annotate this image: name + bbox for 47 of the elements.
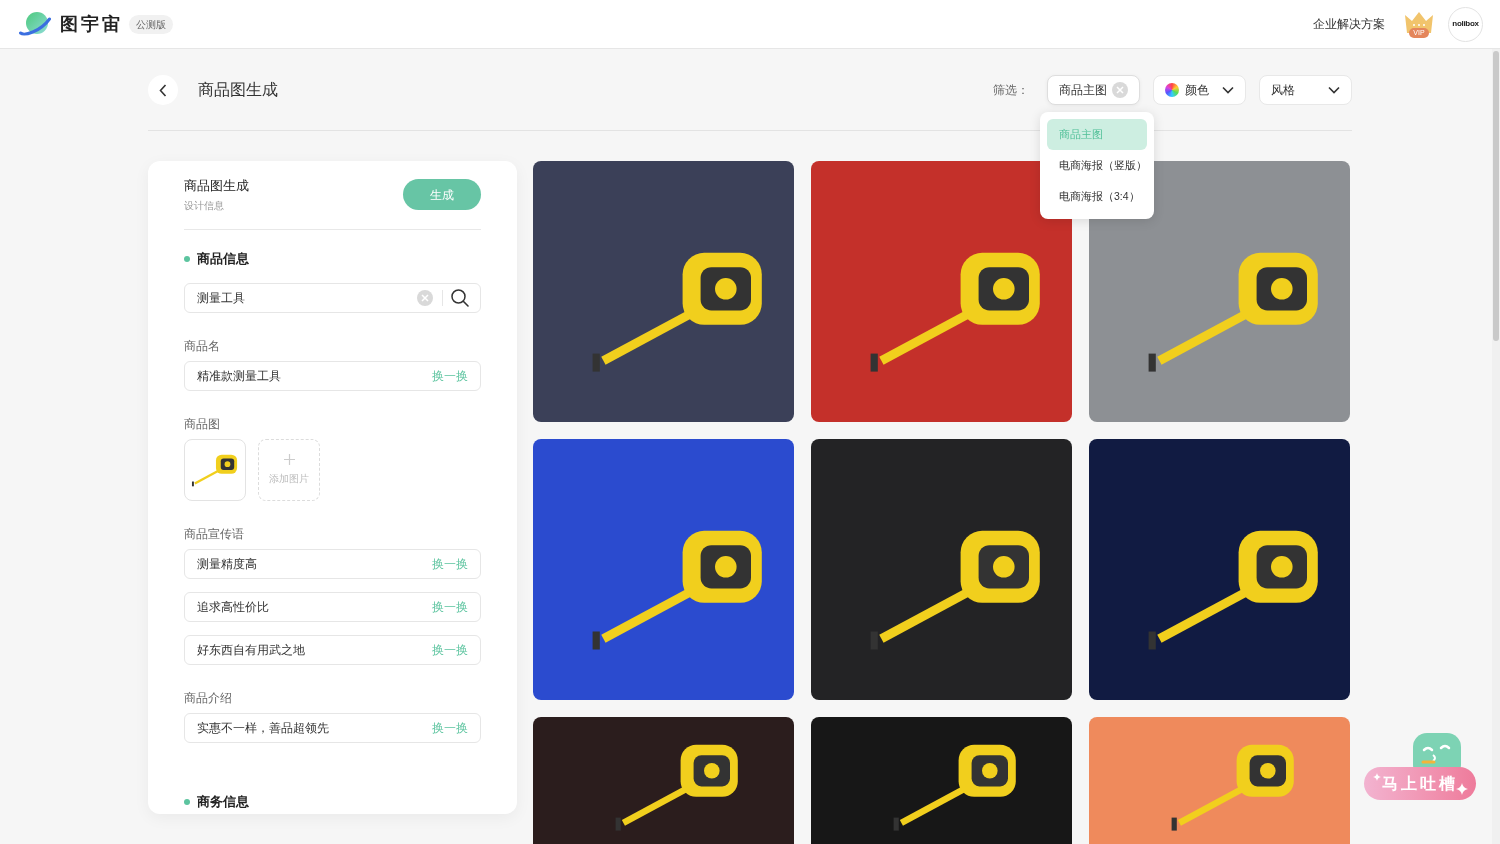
field-label: 商品图 — [184, 416, 221, 432]
text-field[interactable]: 实惠不一样，善品超领先 换一换 — [184, 713, 481, 743]
bullet-icon — [184, 256, 190, 262]
scrollbar-thumb[interactable] — [1493, 51, 1499, 341]
enterprise-link[interactable]: 企业解决方案 — [1313, 15, 1385, 33]
poster-image[interactable] — [1089, 439, 1350, 700]
text-field[interactable]: 追求高性价比 换一换 — [184, 592, 481, 622]
color-wheel-icon — [1165, 83, 1179, 97]
back-button[interactable] — [148, 75, 178, 105]
form-title: 商品图生成 — [184, 177, 249, 195]
menu-item[interactable]: 电商海报（3:4） — [1047, 181, 1147, 212]
tape-measure-drawing — [191, 452, 239, 488]
filter-dropdown[interactable]: 风格 — [1259, 75, 1352, 105]
section-heading: 商务信息 — [197, 793, 249, 812]
menu-item[interactable]: 电商海报（竖版） — [1047, 150, 1147, 181]
filter-dropdown[interactable]: 商品主图 — [1047, 75, 1140, 105]
poster-image[interactable] — [533, 161, 794, 422]
poster-image[interactable] — [1089, 717, 1350, 844]
sparkle-icon — [1456, 783, 1468, 795]
filter-label: 筛选： — [993, 82, 1029, 99]
sparkle-icon — [1373, 773, 1381, 781]
product-thumbnail[interactable] — [184, 439, 246, 501]
search-icon[interactable] — [451, 289, 469, 307]
text-field[interactable]: 好东西自有用武之地 换一换 — [184, 635, 481, 665]
bullet-icon — [184, 799, 190, 805]
poster-image[interactable] — [811, 439, 1072, 700]
chevron-down-icon — [1328, 86, 1340, 94]
text-field[interactable]: 精准款测量工具 换一换 — [184, 361, 481, 391]
form-subtitle: 设计信息 — [184, 199, 225, 213]
logo-icon — [18, 11, 52, 37]
search-field[interactable]: 测量工具 — [184, 283, 481, 313]
beta-badge: 公测版 — [129, 14, 173, 34]
chevron-left-icon — [159, 83, 167, 97]
field-label: 商品介绍 — [184, 690, 233, 706]
field-label: 商品名 — [184, 338, 221, 354]
brand-name: 图宇宙 — [60, 12, 123, 36]
field-label: 商品宣传语 — [184, 526, 245, 542]
chevron-down-icon — [1222, 86, 1234, 94]
avatar-button[interactable]: nolibox — [1448, 6, 1483, 42]
filter-dropdown[interactable]: 颜色 — [1153, 75, 1246, 105]
plus-icon — [283, 454, 295, 465]
poster-image[interactable] — [533, 717, 794, 844]
poster-image[interactable] — [533, 439, 794, 700]
section-heading: 商品信息 — [197, 250, 249, 269]
page-title: 商品图生成 — [198, 80, 278, 100]
poster-image[interactable] — [811, 717, 1072, 844]
text-field[interactable]: 测量精度高 换一换 — [184, 549, 481, 579]
